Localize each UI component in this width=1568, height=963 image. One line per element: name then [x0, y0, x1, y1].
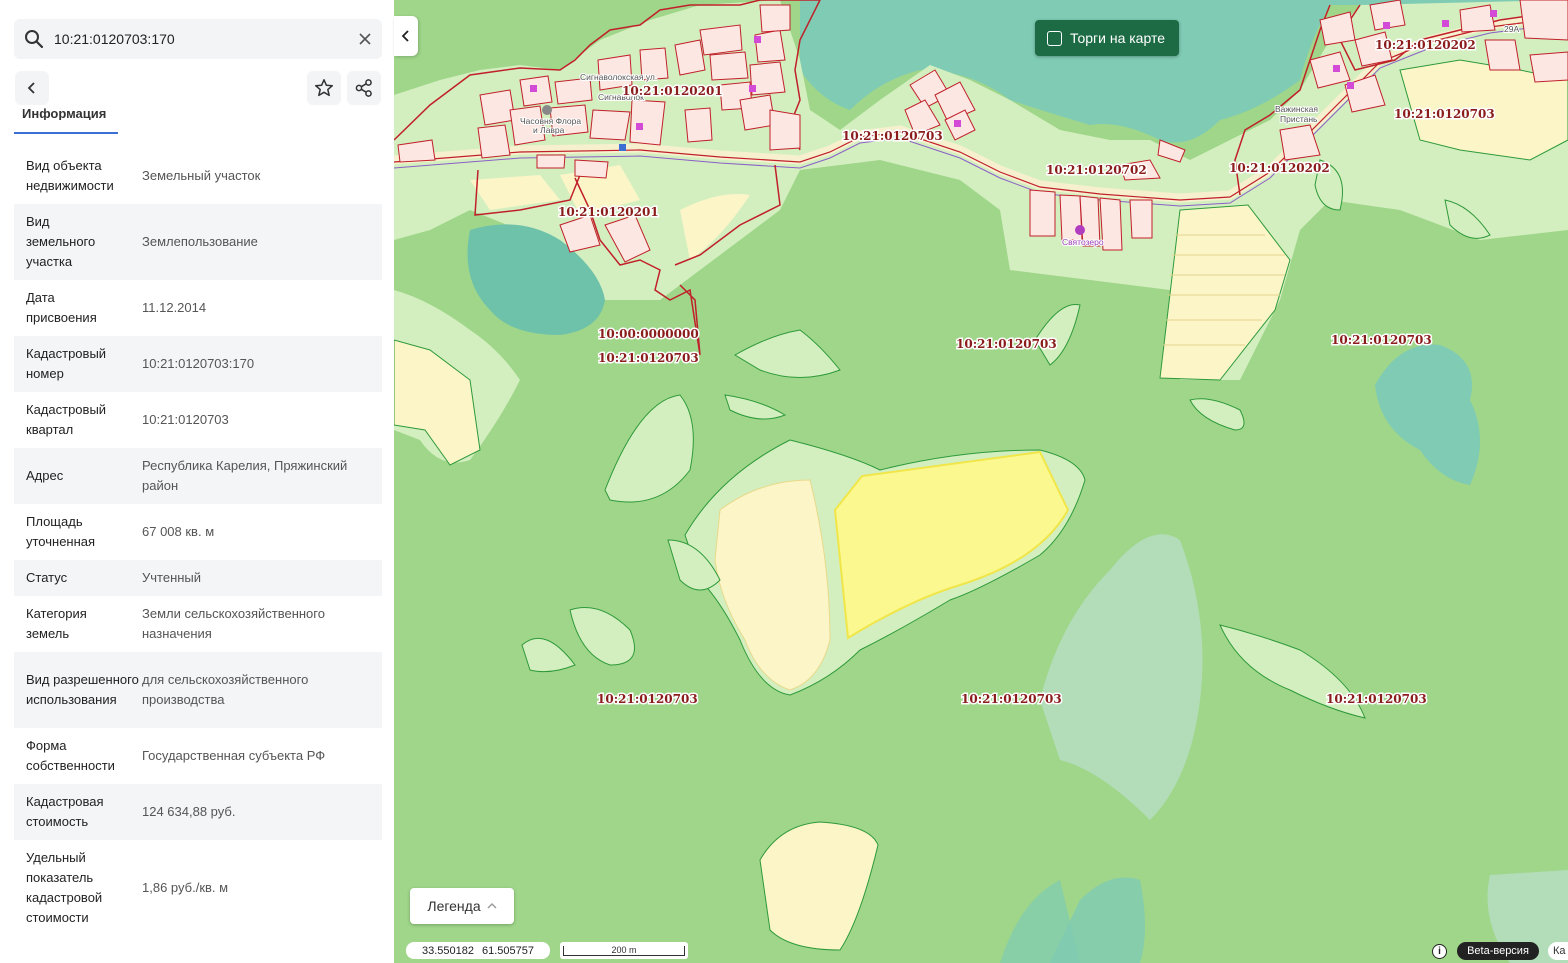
quarter-label: 10:21:0120703: [842, 129, 943, 143]
property-value: 10:21:0120703:170: [142, 356, 255, 371]
street-label: Сигнаволокская ул.: [580, 72, 657, 82]
quarter-label: 10:21:0120703: [1394, 107, 1495, 121]
property-value: Государственная субъекта РФ: [142, 748, 326, 763]
pier-label: Пристань: [1280, 114, 1318, 124]
property-key: Вид объекта недвижимости: [26, 158, 114, 193]
chevron-left-icon: [401, 30, 409, 42]
quarter-label: 10:21:0120703: [598, 351, 699, 365]
property-row: Кадастровая стоимость 124 634,88 руб.: [14, 784, 382, 840]
search-bar: [14, 19, 382, 59]
map-canvas[interactable]: Сигнаволокская ул. Сигнаволок Часовня Фл…: [394, 0, 1568, 963]
latitude-value: 61.505757: [482, 944, 534, 957]
beta-badge[interactable]: Beta-версия: [1457, 942, 1539, 960]
property-row: Категория земель Земли сельскохозяйственн…: [14, 596, 382, 652]
property-row: Статус Учтенный: [14, 560, 382, 596]
quarter-label: 10:21:0120201: [622, 84, 723, 98]
collapse-sidebar-button[interactable]: [394, 16, 418, 56]
quarter-label: 10:21:0120703: [1331, 333, 1432, 347]
property-key: Площадь уточненная: [26, 514, 96, 549]
favorite-button[interactable]: [307, 71, 341, 105]
quarter-label: 10:00:0000000: [598, 327, 699, 341]
property-row: Кадастровый номер 10:21:0120703:170: [14, 336, 382, 392]
search-input[interactable]: [54, 19, 348, 59]
property-value: Землепользование: [142, 234, 258, 249]
property-value: 11.12.2014: [142, 300, 207, 315]
share-button[interactable]: [347, 71, 381, 105]
property-key: Кадастровый номер: [26, 346, 107, 381]
property-key: Адрес: [26, 468, 64, 483]
star-icon: [314, 79, 334, 97]
quarter-label: 10:21:0120202: [1375, 38, 1476, 52]
church-icon[interactable]: [1075, 225, 1085, 235]
legend-label: Легенда: [427, 898, 481, 914]
chevron-up-icon: [487, 903, 497, 909]
coordinates-readout: 33.550182 61.505757: [406, 942, 550, 959]
property-value: Республика Карелия, Пряжинский район: [142, 458, 348, 493]
auctions-checkbox[interactable]: [1047, 30, 1062, 46]
property-row: Удельный показатель кадастровой стоимост…: [14, 840, 382, 936]
quarter-label: 10:21:0120703: [1326, 692, 1427, 706]
quarter-label: 10:21:0120702: [1046, 163, 1147, 177]
scale-bar: 200 m: [560, 942, 688, 959]
property-row: Адрес Республика Карелия, Пряжинский райо…: [14, 448, 382, 504]
quarter-label: 10:21:0120202: [1229, 161, 1330, 175]
property-value: Учтенный: [142, 570, 202, 585]
property-value: для сельскохозяйственного производства: [142, 672, 309, 707]
quarter-label: 10:21:0120201: [558, 205, 659, 219]
longitude-value: 33.550182: [422, 944, 474, 957]
info-icon[interactable]: i: [1432, 944, 1447, 959]
share-icon: [355, 79, 372, 97]
active-tab-indicator: [14, 132, 118, 134]
property-value: 67 008 кв. м: [142, 524, 215, 539]
cadastral-map[interactable]: Сигнаволокская ул. Сигнаволок Часовня Фл…: [394, 0, 1568, 963]
property-row: Кадастровый квартал 10:21:0120703: [14, 392, 382, 448]
property-key: Категория земель: [26, 606, 87, 641]
property-key: Статус: [26, 570, 68, 585]
info-sidebar: Информация Вид объекта недвижимости Земел…: [0, 0, 394, 963]
tab-information[interactable]: Информация: [22, 108, 106, 120]
chapel-label: и Лавра: [533, 125, 565, 135]
property-list: Вид объекта недвижимости Земельный участо…: [14, 148, 382, 936]
bus-stop-icon[interactable]: [619, 144, 626, 151]
property-row: Вид разрешенного использования для сельск…: [14, 652, 382, 728]
property-key: Вид разрешенного использования: [26, 672, 139, 707]
property-key: Форма собственности: [26, 738, 115, 773]
property-row: Площадь уточненная 67 008 кв. м: [14, 504, 382, 560]
property-row: Дата присвоения 11.12.2014: [14, 280, 382, 336]
property-row: Форма собственности Государственная субъе…: [14, 728, 382, 784]
quarter-label: 10:21:0120703: [961, 692, 1062, 706]
chapel-icon[interactable]: [542, 105, 552, 115]
quarter-label: 10:21:0120703: [597, 692, 698, 706]
property-value: 10:21:0120703: [142, 412, 229, 427]
scale-label: 200 m: [611, 944, 637, 955]
auctions-toggle[interactable]: Торги на карте: [1035, 20, 1179, 56]
legend-button[interactable]: Легенда: [410, 888, 514, 924]
property-key: Кадастровый квартал: [26, 402, 107, 437]
property-key: Удельный показатель кадастровой стоимост…: [26, 850, 103, 925]
quarter-label: 10:21:0120703: [956, 337, 1057, 351]
back-button[interactable]: [15, 71, 49, 105]
house-number-label: 29А: [1504, 24, 1519, 34]
property-value: Земельный участок: [142, 168, 261, 183]
pier-label: Важинская: [1275, 104, 1318, 114]
search-icon[interactable]: [14, 19, 54, 59]
svyatozero-label: Святозеро: [1062, 237, 1104, 247]
property-key: Дата присвоения: [26, 290, 97, 325]
clear-search-icon[interactable]: [348, 19, 382, 59]
property-value: 1,86 руб./кв. м: [142, 880, 229, 895]
property-value: Земли сельскохозяйственного назначения: [142, 606, 325, 641]
property-key: Вид земельного участка: [26, 214, 96, 269]
property-row: Вид объекта недвижимости Земельный участо…: [14, 148, 382, 204]
property-key: Кадастровая стоимость: [26, 794, 104, 829]
chevron-left-icon: [27, 82, 35, 94]
property-row: Вид земельного участка Землепользование: [14, 204, 382, 280]
property-value: 124 634,88 руб.: [142, 804, 236, 819]
auctions-label: Торги на карте: [1070, 30, 1165, 46]
map-attribution-label[interactable]: Ка: [1548, 942, 1568, 960]
